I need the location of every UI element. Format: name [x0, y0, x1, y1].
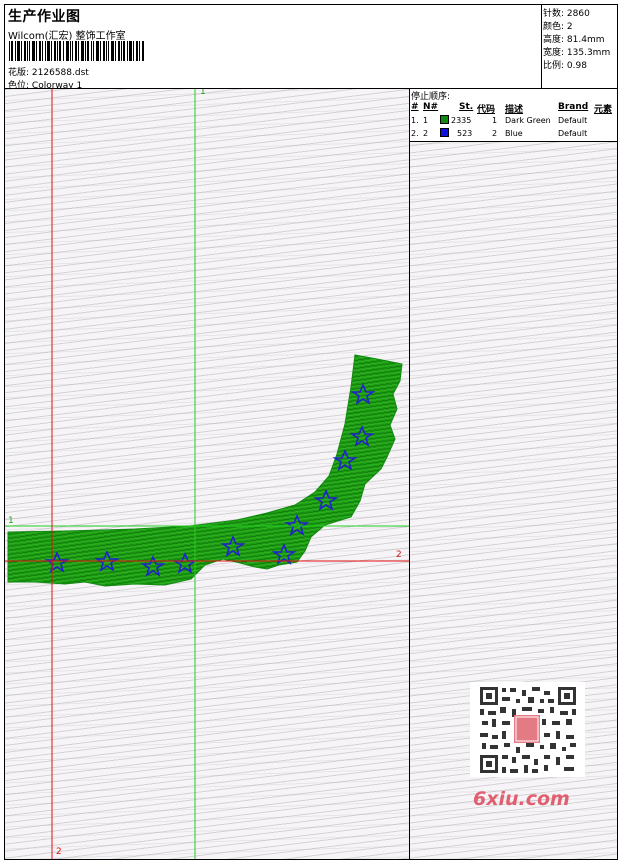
col-brand: Brand [558, 102, 589, 112]
qr-code-icon [478, 685, 578, 775]
col-needle: N# [423, 102, 439, 112]
col-index: # [411, 102, 419, 112]
design-file-label: 花版: [8, 68, 30, 78]
row2-description: Blue [505, 129, 523, 138]
guide-label-h1: 1 [8, 516, 14, 526]
row2-brand: Default [558, 129, 588, 138]
stat-width: 宽度: 135.3mm [543, 48, 611, 58]
stat-scale: 比例: 0.98 [543, 61, 587, 71]
row2-index: 2. [411, 129, 419, 138]
embroidery-fill [7, 354, 403, 587]
page-title: 生产作业图 [8, 9, 81, 25]
stat-stitches: 针数: 2860 [543, 9, 590, 19]
row2-needle: 2 [423, 129, 429, 138]
row2-stitches: 523 [457, 129, 473, 138]
guide-label-v2: 2 [56, 847, 62, 857]
barcode [9, 41, 144, 61]
row1-code: 1 [492, 116, 498, 125]
row1-needle: 1 [423, 116, 429, 125]
qr-code-watermark [470, 682, 585, 777]
stat-colors: 颜色: 2 [543, 22, 573, 32]
col-description: 描述 [505, 105, 524, 115]
guide-label-v1: 1 [200, 89, 206, 97]
row2-code: 2 [492, 129, 498, 138]
row1-color-swatch [440, 115, 449, 124]
guide-label-h2: 2 [396, 550, 402, 560]
design-file-row: 花版: 2126588.dst [8, 65, 89, 78]
row1-stitches: 2335 [451, 116, 472, 125]
row1-index: 1. [411, 116, 419, 125]
col-code: 代码 [477, 105, 496, 115]
header-info: 生产作业图 Wilcom(汇宏) 整饰工作室 花版: 2126588.dst 色… [5, 5, 541, 91]
row1-description: Dark Green [505, 116, 551, 125]
row1-brand: Default [558, 116, 588, 125]
col-elements: 元素 [594, 105, 613, 115]
design-file-name: 2126588.dst [31, 68, 89, 78]
design-canvas[interactable]: 1 1 2 2 [5, 89, 409, 859]
stop-sequence-table: 停止顺序: # N# St. 代码 描述 Brand 元素 1. 1 2335 … [410, 89, 617, 142]
col-stitches: St. [459, 102, 474, 112]
stop-sequence-title: 停止顺序: [411, 92, 451, 102]
studio-name: Wilcom(汇宏) 整饰工作室 [8, 31, 126, 42]
site-watermark: 6xiu.com [473, 788, 570, 810]
embroidery-preview [5, 89, 409, 859]
row2-color-swatch [440, 128, 449, 137]
stats-panel: 针数: 2860 颜色: 2 高度: 81.4mm 宽度: 135.3mm 比例… [541, 4, 618, 88]
stat-height: 高度: 81.4mm [543, 35, 605, 45]
